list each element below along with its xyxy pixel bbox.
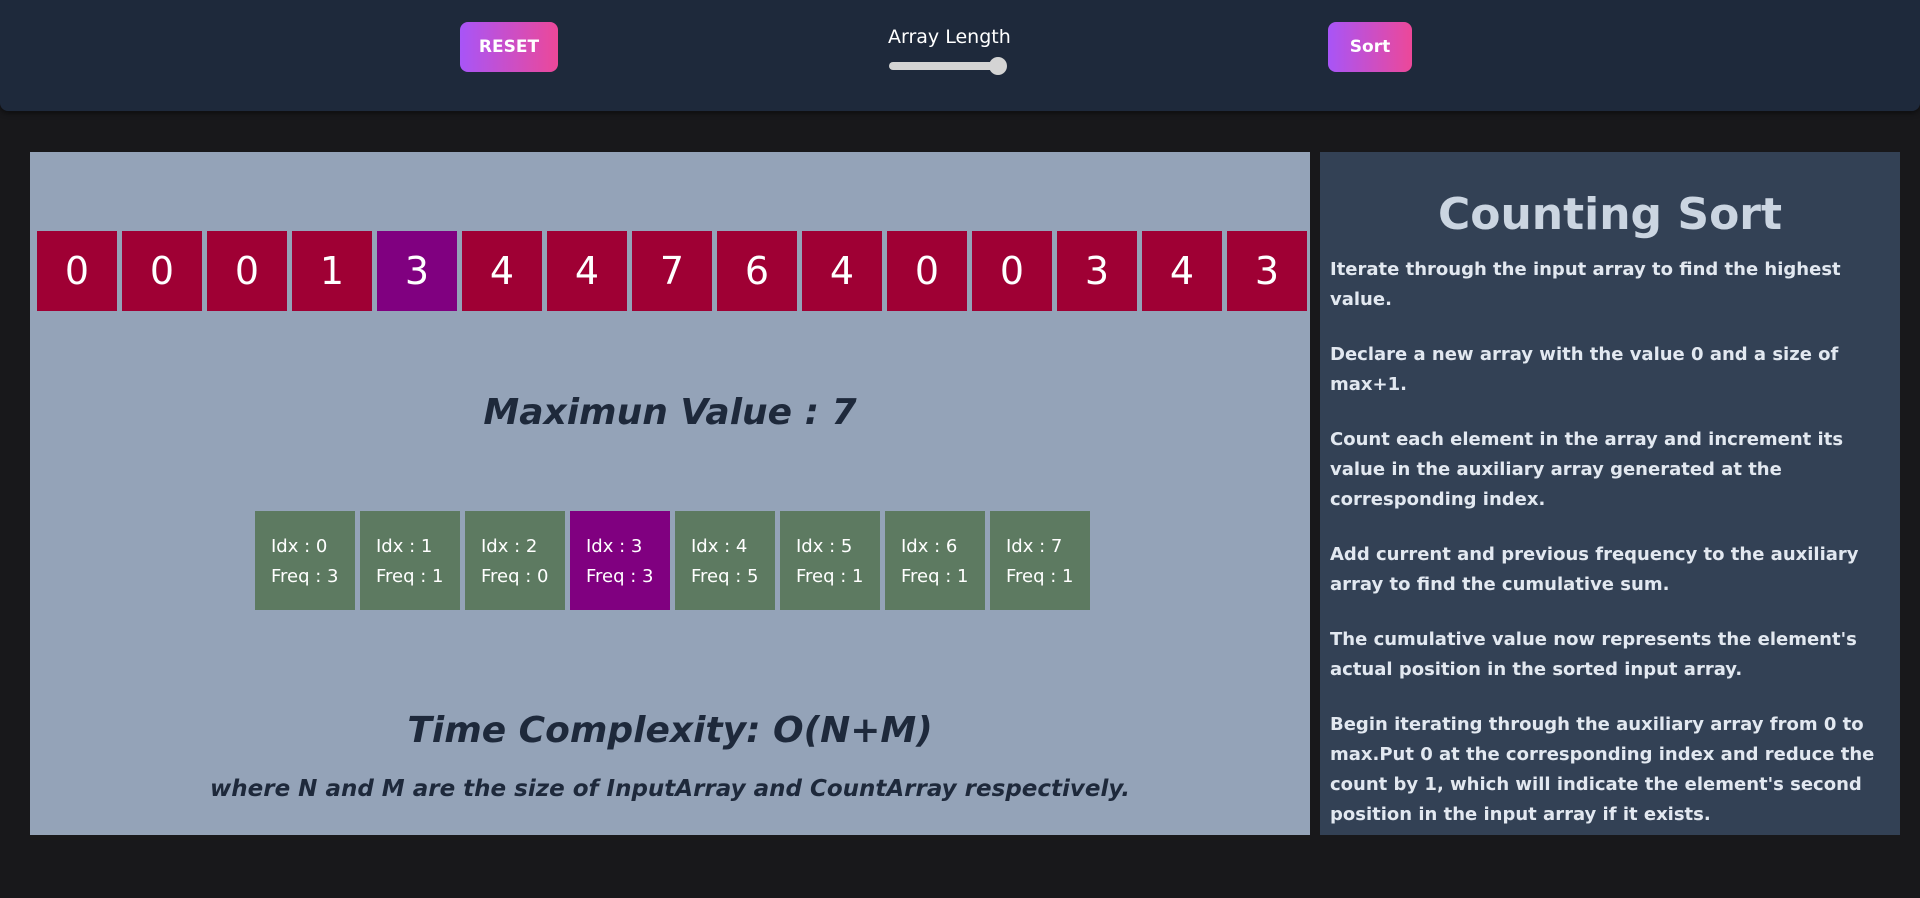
count-cell-index: Idx : 3	[586, 536, 643, 557]
algorithm-step: Add current and previous frequency to th…	[1330, 544, 1859, 595]
algorithm-step: Declare a new array with the value 0 and…	[1330, 344, 1839, 395]
slider-track[interactable]	[889, 62, 999, 70]
count-cell-index: Idx : 7	[1006, 536, 1063, 557]
array-cell: 0	[37, 231, 117, 311]
count-cell-frequency: Freq : 1	[796, 566, 864, 587]
array-cell: 7	[632, 231, 712, 311]
count-cell: Idx : 4 Freq : 5	[675, 511, 775, 610]
array-cell: 3	[1057, 231, 1137, 311]
count-cell: Idx : 2 Freq : 0	[465, 511, 565, 610]
count-cell-index: Idx : 1	[376, 536, 433, 557]
array-cell: 4	[1142, 231, 1222, 311]
count-cell: Idx : 5 Freq : 1	[780, 511, 880, 610]
time-complexity-note: where N and M are the size of InputArray…	[210, 776, 1130, 802]
algorithm-step: Iterate through the input array to find …	[1330, 259, 1841, 310]
count-cell-index: Idx : 4	[691, 536, 748, 557]
array-cell: 1	[292, 231, 372, 311]
array-cell: 0	[207, 231, 287, 311]
array-cell: 4	[802, 231, 882, 311]
info-panel: Counting Sort Iterate through the input …	[1320, 152, 1900, 835]
array-cell: 3	[377, 231, 457, 311]
algorithm-steps: Iterate through the input array to find …	[1330, 255, 1890, 835]
count-cell: Idx : 1 Freq : 1	[360, 511, 460, 610]
count-cell: Idx : 6 Freq : 1	[885, 511, 985, 610]
count-cell-frequency: Freq : 3	[271, 566, 339, 587]
slider-thumb[interactable]	[989, 57, 1007, 75]
count-cell-index: Idx : 5	[796, 536, 853, 557]
visualization-panel: 000134476400343 Maximun Value : 7 Idx : …	[30, 152, 1310, 835]
count-cell-frequency: Freq : 1	[376, 566, 444, 587]
algorithm-step: The cumulative value now represents the …	[1330, 629, 1857, 680]
array-length-slider[interactable]: Array Length	[886, 24, 1011, 78]
top-toolbar: RESET Array Length Sort	[0, 0, 1920, 111]
maximum-value-label: Maximun Value : 7	[483, 392, 857, 433]
slider-label: Array Length	[888, 26, 1011, 48]
algorithm-title: Counting Sort	[1437, 189, 1783, 240]
count-cell-index: Idx : 6	[901, 536, 958, 557]
reset-button[interactable]: RESET	[460, 22, 558, 72]
array-cell: 6	[717, 231, 797, 311]
time-complexity-title: Time Complexity: O(N+M)	[407, 710, 933, 751]
count-cell-frequency: Freq : 5	[691, 566, 759, 587]
array-cell: 4	[547, 231, 627, 311]
array-cell: 0	[887, 231, 967, 311]
count-cell-frequency: Freq : 0	[481, 566, 549, 587]
count-cell-frequency: Freq : 3	[586, 566, 654, 587]
count-cell-frequency: Freq : 1	[1006, 566, 1074, 587]
array-cell: 3	[1227, 231, 1307, 311]
algorithm-step: Begin iterating through the auxiliary ar…	[1330, 714, 1875, 825]
count-cell: Idx : 3 Freq : 3	[570, 511, 670, 610]
count-cell-frequency: Freq : 1	[901, 566, 969, 587]
count-cell-index: Idx : 0	[271, 536, 328, 557]
count-cell: Idx : 0 Freq : 3	[255, 511, 355, 610]
count-cell-index: Idx : 2	[481, 536, 538, 557]
sort-button[interactable]: Sort	[1328, 22, 1412, 72]
count-cell: Idx : 7 Freq : 1	[990, 511, 1090, 610]
array-cell: 0	[122, 231, 202, 311]
array-cell: 0	[972, 231, 1052, 311]
array-cell: 4	[462, 231, 542, 311]
algorithm-step: Count each element in the array and incr…	[1330, 429, 1844, 510]
